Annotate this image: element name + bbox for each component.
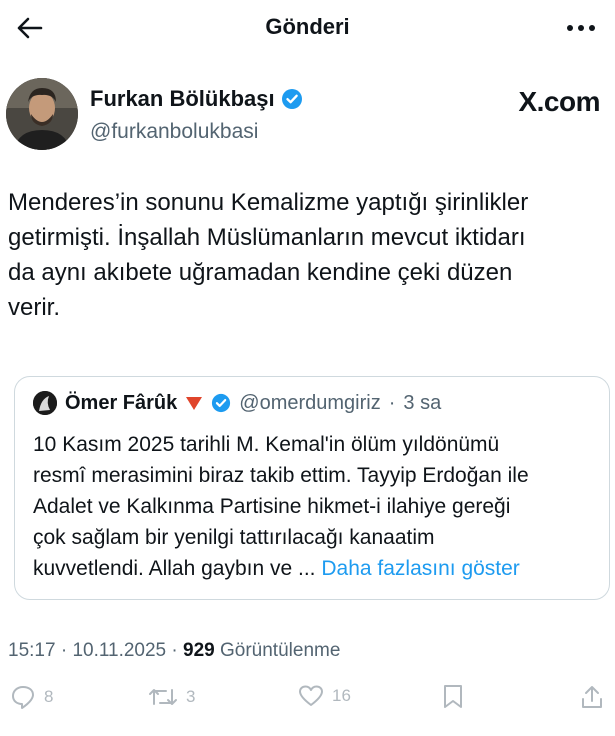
view-count: 929	[183, 640, 215, 661]
quoted-line: 10 Kasım 2025 tarihli M. Kemal'in ölüm y…	[33, 433, 500, 456]
tweet-line: Menderes’in sonunu Kemalizme yaptığı şir…	[8, 189, 529, 216]
reply-icon	[10, 684, 36, 710]
views-label: Görüntülenme	[214, 640, 341, 661]
like-count: 16	[332, 686, 351, 705]
bookmark-icon	[442, 684, 464, 710]
meta-separator: ·	[55, 640, 73, 661]
tweet-meta: 15:17 · 10.11.2025 · 929 Görüntülenme	[8, 640, 340, 662]
quoted-author-handle: @omerdumgiriz	[239, 391, 381, 414]
heart-icon	[298, 684, 324, 708]
quoted-line: Adalet ve Kalkınma Partisine hikmet-i il…	[33, 495, 511, 518]
author-handle[interactable]: @furkanbolukbasi	[90, 120, 258, 144]
more-options-button[interactable]	[561, 12, 601, 44]
quoted-line: resmî merasimini biraz takib ettim. Tayy…	[33, 464, 529, 487]
top-bar: Gönderi	[0, 0, 615, 56]
share-icon	[580, 684, 604, 710]
quoted-tweet-text: 10 Kasım 2025 tarihli M. Kemal'in ölüm y…	[33, 429, 603, 584]
like-button[interactable]: 16	[298, 684, 351, 708]
tweet-time[interactable]: 15:17	[8, 640, 56, 661]
quoted-tweet-header: Ömer Fârûk @omerdumgiriz · 3 sa	[33, 391, 441, 415]
page-title: Gönderi	[265, 14, 350, 39]
quoted-line: çok sağlam bir yenilgi tattırılacağı kan…	[33, 526, 435, 549]
retweet-icon	[148, 684, 178, 710]
tweet-line: getirmişti. İnşallah Müslümanların mevcu…	[8, 224, 526, 251]
verified-badge-icon	[281, 88, 303, 110]
show-more-link[interactable]: Daha fazlasını göster	[321, 557, 519, 580]
quoted-line-last: kuvvetlendi. Allah gaybın ve ... Daha fa…	[33, 553, 603, 584]
tweet-line: da aynı akıbete uğramadan kendine çeki d…	[8, 259, 513, 286]
quoted-separator: ·	[388, 391, 396, 414]
share-button[interactable]	[580, 684, 604, 710]
quoted-time: 3 sa	[403, 391, 442, 414]
reply-count: 8	[44, 687, 54, 706]
reply-button[interactable]: 8	[10, 684, 53, 710]
bookmark-button[interactable]	[442, 684, 464, 710]
x-com-watermark: X.com	[518, 86, 600, 117]
tweet-date[interactable]: 10.11.2025	[72, 640, 166, 661]
action-bar: 8 3 16	[0, 684, 615, 724]
more-horizontal-icon	[566, 24, 596, 32]
retweet-button[interactable]: 3	[148, 684, 195, 710]
quoted-author-name: Ömer Fârûk	[65, 391, 178, 414]
quoted-line: kuvvetlendi. Allah gaybın ve ...	[33, 557, 316, 580]
red-triangle-icon	[185, 395, 203, 411]
tweet-line: verir.	[8, 294, 61, 321]
retweet-count: 3	[186, 687, 196, 706]
quoted-tweet[interactable]: Ömer Fârûk @omerdumgiriz · 3 sa 10 Kasım…	[14, 376, 610, 600]
tweet-text: Menderes’in sonunu Kemalizme yaptığı şir…	[8, 185, 608, 325]
tweet-author: Furkan Bölükbaşı @furkanbolukbasi X.com	[6, 78, 606, 158]
meta-separator: ·	[166, 640, 184, 661]
author-name[interactable]: Furkan Bölükbaşı	[90, 86, 303, 112]
verified-badge-icon	[211, 393, 231, 413]
quoted-avatar	[33, 391, 57, 415]
avatar[interactable]	[6, 78, 78, 150]
author-name-text: Furkan Bölükbaşı	[90, 86, 275, 111]
